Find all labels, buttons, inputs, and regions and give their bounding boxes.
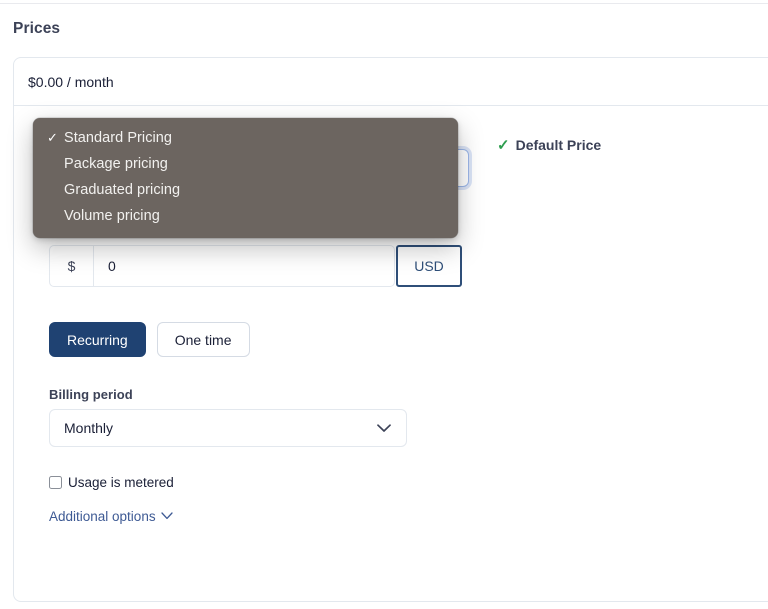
billing-type-toggle: Recurring One time [49,322,768,357]
price-card: $0.00 / month Pricing model ✓ Standard P… [13,57,768,602]
additional-options-toggle[interactable]: Additional options [49,507,173,525]
dropdown-option-volume-pricing[interactable]: Volume pricing [33,203,458,229]
price-amount-input-group: $ [49,245,395,287]
chevron-down-icon [377,420,391,436]
currency-selector-button[interactable]: USD [396,245,462,287]
usage-metered-row: Usage is metered [49,475,768,490]
billing-period-field: Billing period Monthly [49,387,768,447]
billing-period-select[interactable]: Monthly [49,409,407,447]
top-divider [0,3,768,4]
dropdown-option-package-pricing[interactable]: Package pricing [33,151,458,177]
dropdown-option-standard-pricing[interactable]: ✓ Standard Pricing [33,125,458,151]
dropdown-option-label: Standard Pricing [47,130,172,146]
additional-options-label: Additional options [49,509,156,524]
chevron-down-icon [161,507,173,525]
prices-panel: Prices $0.00 / month Pricing model ✓ Sta… [0,0,768,609]
page-title: Prices [13,20,60,38]
dropdown-option-label: Volume pricing [47,208,160,224]
checkmark-icon: ✓ [47,130,61,146]
pricing-model-row: Pricing model ✓ Standard Pricing Package… [49,127,768,187]
billing-period-label: Billing period [49,387,768,402]
dropdown-option-graduated-pricing[interactable]: Graduated pricing [33,177,458,203]
dropdown-option-label: Graduated pricing [47,182,180,198]
price-form: Pricing model ✓ Standard Pricing Package… [14,106,768,526]
price-summary-text: $0.00 / month [28,74,114,90]
one-time-button[interactable]: One time [157,322,250,357]
pricing-model-dropdown-menu[interactable]: ✓ Standard Pricing Package pricing Gradu… [33,118,458,238]
pricing-model-field: Pricing model ✓ Standard Pricing Package… [49,127,469,187]
usage-metered-label: Usage is metered [68,475,174,490]
default-price-label: Default Price [516,137,602,153]
price-input-row: $ USD [49,245,768,287]
default-price-indicator: ✓ Default Price [497,137,601,153]
dropdown-option-label: Package pricing [47,156,168,172]
price-summary-row: $0.00 / month [14,58,768,106]
currency-symbol: $ [50,246,94,286]
recurring-button[interactable]: Recurring [49,322,146,357]
usage-metered-checkbox[interactable] [49,476,62,489]
billing-period-value: Monthly [64,420,113,436]
price-amount-input[interactable] [94,246,394,286]
check-icon: ✓ [497,138,510,153]
